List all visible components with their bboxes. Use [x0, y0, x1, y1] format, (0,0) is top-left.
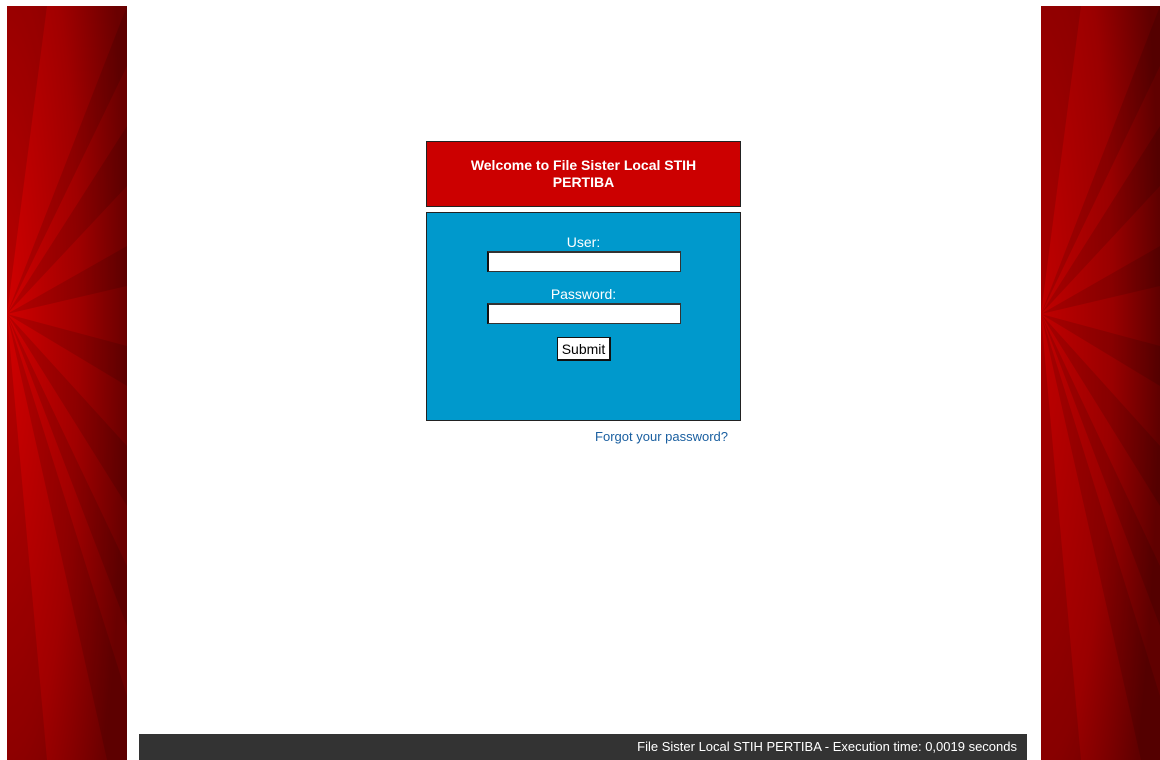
user-input[interactable] [487, 251, 681, 272]
left-sunburst-graphic [7, 6, 127, 760]
login-page: Welcome to File Sister Local STIH PERTIB… [0, 0, 1160, 760]
footer-text: File Sister Local STIH PERTIBA - Executi… [637, 739, 1017, 754]
user-label: User: [566, 234, 601, 250]
left-sunburst-decoration [7, 6, 127, 760]
right-sunburst-decoration [1041, 6, 1160, 760]
right-sunburst-graphic [1041, 6, 1160, 760]
password-label: Password: [550, 286, 617, 302]
submit-button[interactable]: Submit [557, 337, 611, 361]
login-form: User: Password: Submit [426, 212, 741, 421]
welcome-title: Welcome to File Sister Local STIH PERTIB… [470, 157, 697, 190]
footer-bar: File Sister Local STIH PERTIBA - Executi… [139, 734, 1027, 760]
forgot-password-link[interactable]: Forgot your password? [560, 429, 728, 445]
password-input[interactable] [487, 303, 681, 324]
welcome-header: Welcome to File Sister Local STIH PERTIB… [426, 141, 741, 207]
